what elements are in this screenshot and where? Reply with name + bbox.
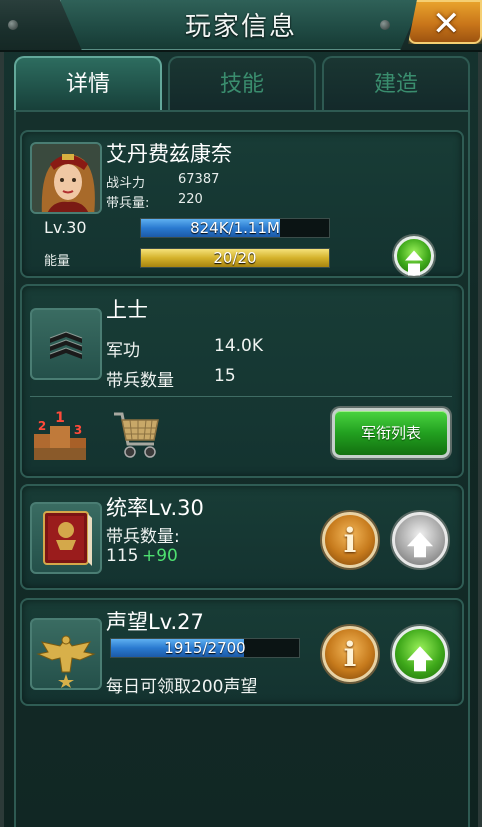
- arrow-up-icon: [407, 646, 433, 672]
- rivet-icon: [380, 20, 390, 30]
- prestige-bar: 1915/2700: [110, 638, 300, 658]
- close-button[interactable]: ✕: [408, 0, 482, 44]
- prestige-panel: 声望Lv.27 1915/2700 每日可领取200声望 i: [20, 598, 464, 706]
- eagle-icon: [36, 635, 96, 688]
- rank-list-button[interactable]: 军衔列表: [332, 408, 450, 458]
- prestige-emblem[interactable]: [30, 618, 102, 690]
- rank-insignia[interactable]: [30, 308, 102, 380]
- command-troops-value: 115: [106, 546, 139, 566]
- arrow-up-icon: [405, 250, 423, 276]
- chevron-rank-icon: [49, 331, 83, 359]
- command-info-button[interactable]: i: [322, 512, 378, 568]
- prestige-title: 声望Lv.27: [106, 610, 204, 634]
- troops-value: 220: [178, 192, 203, 207]
- avatar[interactable]: [30, 142, 102, 214]
- svg-text:1: 1: [55, 410, 65, 426]
- book-icon: [43, 511, 92, 566]
- info-icon: i: [343, 521, 357, 561]
- podium-icon[interactable]: 1 2 3: [30, 408, 90, 464]
- command-panel: 统率Lv.30 带兵数量: 115 +90 i: [20, 484, 464, 590]
- svg-text:3: 3: [74, 423, 82, 437]
- prestige-bar-label: 1915/2700: [164, 639, 246, 657]
- prestige-info-button[interactable]: i: [322, 626, 378, 682]
- command-upgrade-button[interactable]: [392, 512, 448, 568]
- rivet-icon: [8, 20, 18, 30]
- exp-bar: 824K/1.11M: [140, 218, 330, 238]
- prestige-upgrade-button[interactable]: [392, 626, 448, 682]
- tab-build[interactable]: 建造: [322, 56, 470, 112]
- rank-title: 上士: [106, 298, 148, 322]
- avatar-portrait-icon: [32, 144, 100, 212]
- tab-skills[interactable]: 技能: [168, 56, 316, 112]
- command-troops-bonus: +90: [142, 546, 178, 566]
- troops-label: 带兵量:: [106, 196, 150, 211]
- rank-panel: 上士 军功 14.0K 带兵数量 15 1 2 3 军衔列表: [20, 284, 464, 478]
- info-icon: i: [343, 635, 357, 675]
- divider: [30, 396, 452, 397]
- shopping-cart-icon[interactable]: [110, 406, 162, 466]
- exp-bar-label: 824K/1.11M: [190, 219, 280, 237]
- close-icon: ✕: [432, 4, 461, 44]
- svg-text:2: 2: [38, 419, 46, 433]
- level-up-button[interactable]: [394, 236, 434, 276]
- rank-troops-value: 15: [214, 366, 236, 386]
- energy-bar: 20/20: [140, 248, 330, 268]
- rank-troops-label: 带兵数量: [106, 371, 174, 391]
- power-label: 战斗力: [106, 176, 146, 191]
- command-book[interactable]: [30, 502, 102, 574]
- header-bar: 玩家信息: [0, 0, 482, 52]
- player-panel: 艾丹费兹康奈 战斗力 67387 带兵量: 220 Lv.30 824K/1.1…: [20, 130, 464, 278]
- merit-label: 军功: [106, 341, 140, 361]
- player-name: 艾丹费兹康奈: [106, 142, 232, 166]
- command-troops-label: 带兵数量:: [106, 527, 180, 547]
- command-title: 统率Lv.30: [106, 496, 204, 520]
- merit-value: 14.0K: [214, 336, 263, 356]
- energy-label: 能量: [44, 254, 71, 269]
- player-level: Lv.30: [44, 218, 87, 237]
- power-value: 67387: [178, 172, 220, 187]
- energy-bar-label: 20/20: [213, 249, 257, 267]
- tab-details[interactable]: 详情: [14, 56, 162, 112]
- arrow-up-icon: [407, 532, 433, 558]
- prestige-daily-text: 每日可领取200声望: [106, 677, 258, 697]
